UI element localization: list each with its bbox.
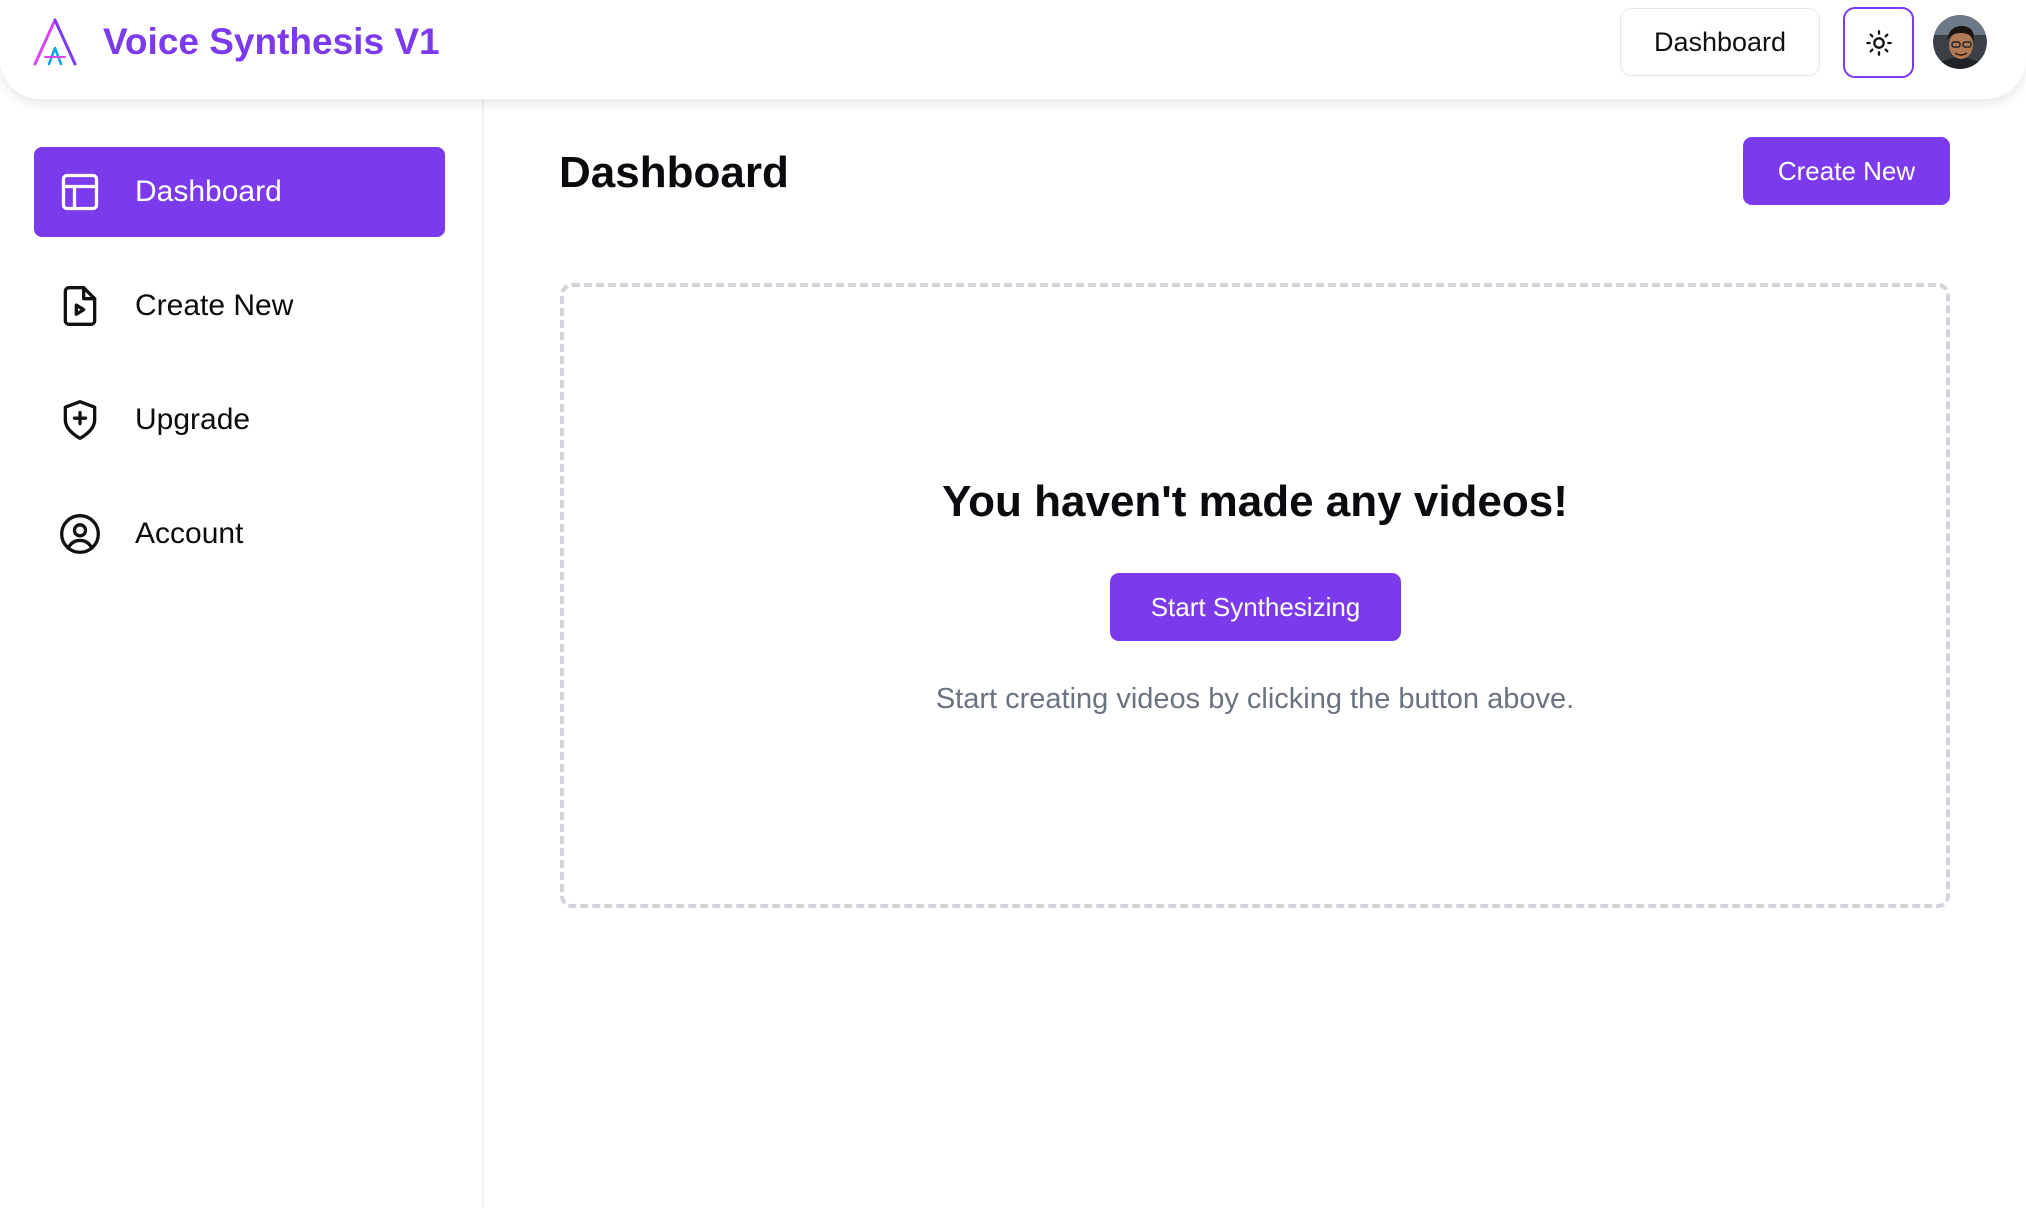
sidebar-item-label: Dashboard: [135, 175, 282, 208]
layout-icon: [61, 173, 99, 211]
empty-state-heading: You haven't made any videos!: [942, 477, 1568, 526]
user-circle-icon: [60, 514, 100, 554]
avatar-image: [1933, 15, 1987, 69]
theme-toggle-button[interactable]: [1843, 7, 1914, 78]
sidebar-item-label: Create New: [135, 289, 294, 322]
header-dashboard-button[interactable]: Dashboard: [1620, 8, 1820, 76]
app-title: Voice Synthesis V1: [103, 21, 440, 62]
page-title: Dashboard: [559, 148, 789, 197]
sidebar: Dashboard Create New Upgrade Account: [0, 99, 484, 1208]
sidebar-item-dashboard[interactable]: Dashboard: [34, 147, 445, 237]
sidebar-item-label: Account: [135, 517, 244, 550]
start-synthesizing-button[interactable]: Start Synthesizing: [1110, 573, 1401, 641]
sidebar-item-account[interactable]: Account: [34, 489, 445, 579]
file-video-icon: [63, 286, 97, 326]
create-new-button[interactable]: Create New: [1743, 137, 1950, 205]
triangle-a-logo-icon[interactable]: [31, 17, 79, 67]
sidebar-item-label: Upgrade: [135, 403, 251, 436]
empty-state-description: Start creating videos by clicking the bu…: [935, 683, 1575, 715]
sun-icon: [1865, 29, 1892, 56]
empty-state-panel: You haven't made any videos! Start Synth…: [560, 283, 1950, 908]
user-avatar[interactable]: [1933, 15, 1987, 69]
app-root: Voice Synthesis V1 Dashboard Dashboard C…: [0, 0, 2026, 1208]
sidebar-item-create-new[interactable]: Create New: [34, 261, 445, 351]
shield-plus-icon: [63, 400, 97, 440]
sidebar-item-upgrade[interactable]: Upgrade: [34, 375, 445, 465]
top-header: Voice Synthesis V1 Dashboard: [0, 0, 2026, 99]
